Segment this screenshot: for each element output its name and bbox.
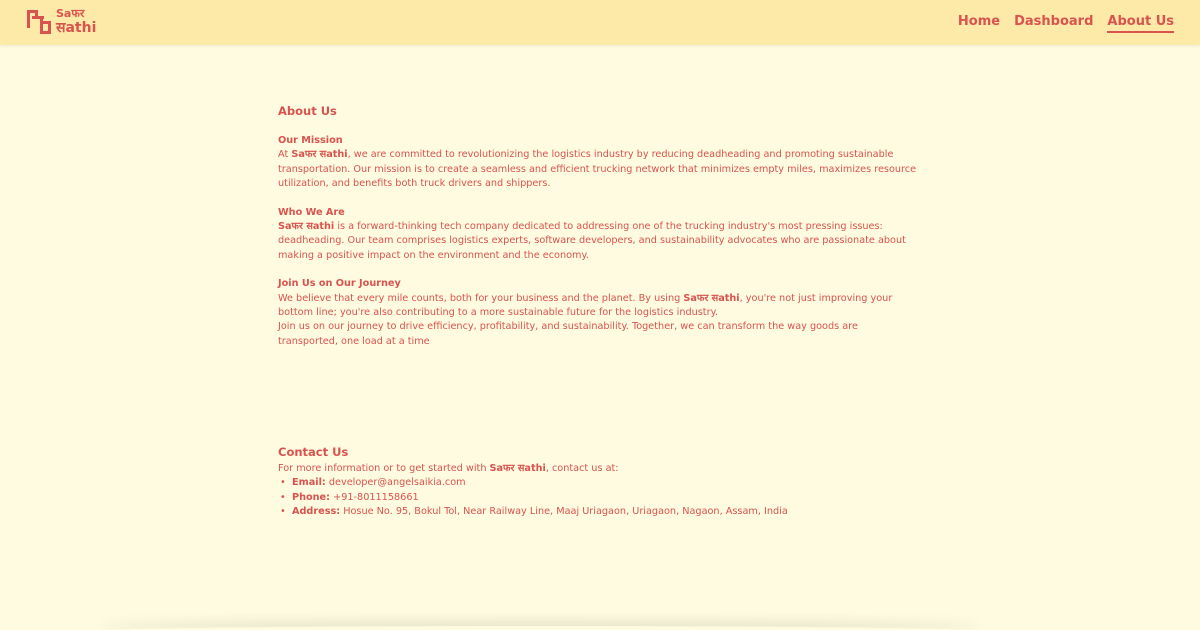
contact-list: Email: developer@angelsaikia.com Phone: … bbox=[278, 476, 918, 520]
brand-name: Saफर सathi bbox=[683, 292, 740, 304]
logo[interactable]: Saफर सathi bbox=[26, 7, 96, 35]
mission-prefix: At bbox=[278, 149, 292, 161]
mission-text: At Saफर सathi, we are committed to revol… bbox=[278, 148, 918, 191]
join-prefix: We believe that every mile counts, both … bbox=[278, 292, 684, 304]
contact-section: Contact Us For more information or to ge… bbox=[278, 444, 918, 520]
who-heading: Who We Are bbox=[278, 206, 345, 218]
phone-value[interactable]: +91-8011158661 bbox=[333, 492, 419, 503]
nav-dashboard-link[interactable]: Dashboard bbox=[1014, 14, 1093, 33]
footer-shadow bbox=[100, 626, 980, 630]
brand-name: Saफर सathi bbox=[489, 463, 546, 474]
contact-address-item: Address: Hosue No. 95, Bokul Tol, Near R… bbox=[278, 505, 918, 520]
contact-intro-prefix: For more information or to get started w… bbox=[278, 463, 490, 474]
logo-line1: Saफर bbox=[56, 6, 85, 20]
contact-intro-suffix: , contact us at: bbox=[545, 463, 619, 474]
navbar: Saफर सathi Home Dashboard About Us bbox=[0, 0, 1200, 45]
nav-about-link[interactable]: About Us bbox=[1107, 14, 1174, 33]
contact-email-item: Email: developer@angelsaikia.com bbox=[278, 476, 918, 491]
about-section: About Us Our Mission At Saफर सathi, we a… bbox=[278, 103, 918, 363]
truck-logo-icon bbox=[27, 10, 51, 34]
join-closing: Join us on our journey to drive efficien… bbox=[278, 321, 858, 347]
contact-title: Contact Us bbox=[278, 445, 349, 459]
email-label: Email: bbox=[292, 477, 326, 489]
logo-text: Saफर सathi bbox=[56, 8, 96, 35]
join-heading: Join Us on Our Journey bbox=[278, 278, 401, 290]
nav-menu: Home Dashboard About Us bbox=[944, 14, 1174, 33]
who-body: is a forward-thinking tech company dedic… bbox=[278, 221, 906, 261]
phone-label: Phone: bbox=[292, 491, 330, 503]
mission-body: , we are committed to revolutionizing th… bbox=[278, 149, 917, 190]
who-text: Saफर सathi is a forward-thinking tech co… bbox=[278, 220, 918, 263]
contact-phone-item: Phone: +91-8011158661 bbox=[278, 491, 918, 506]
contact-intro: For more information or to get started w… bbox=[278, 462, 918, 476]
address-value: Hosue No. 95, Bokul Tol, Near Railway Li… bbox=[343, 506, 788, 518]
join-section: Join Us on Our Journey We believe that e… bbox=[278, 277, 918, 349]
mission-section: Our Mission At Saफर सathi, we are commit… bbox=[278, 134, 918, 192]
nav-home-link[interactable]: Home bbox=[958, 14, 1000, 33]
address-label: Address: bbox=[292, 506, 341, 518]
brand-name: Saफर सathi bbox=[278, 221, 335, 233]
join-text: We believe that every mile counts, both … bbox=[278, 292, 918, 321]
brand-name: Saफर सathi bbox=[291, 149, 348, 161]
logo-line2: सathi bbox=[56, 19, 97, 36]
mission-heading: Our Mission bbox=[278, 135, 343, 146]
email-value[interactable]: developer@angelsaikia.com bbox=[329, 477, 466, 488]
about-title: About Us bbox=[278, 104, 337, 118]
who-section: Who We Are Saफर सathi is a forward-think… bbox=[278, 206, 918, 264]
